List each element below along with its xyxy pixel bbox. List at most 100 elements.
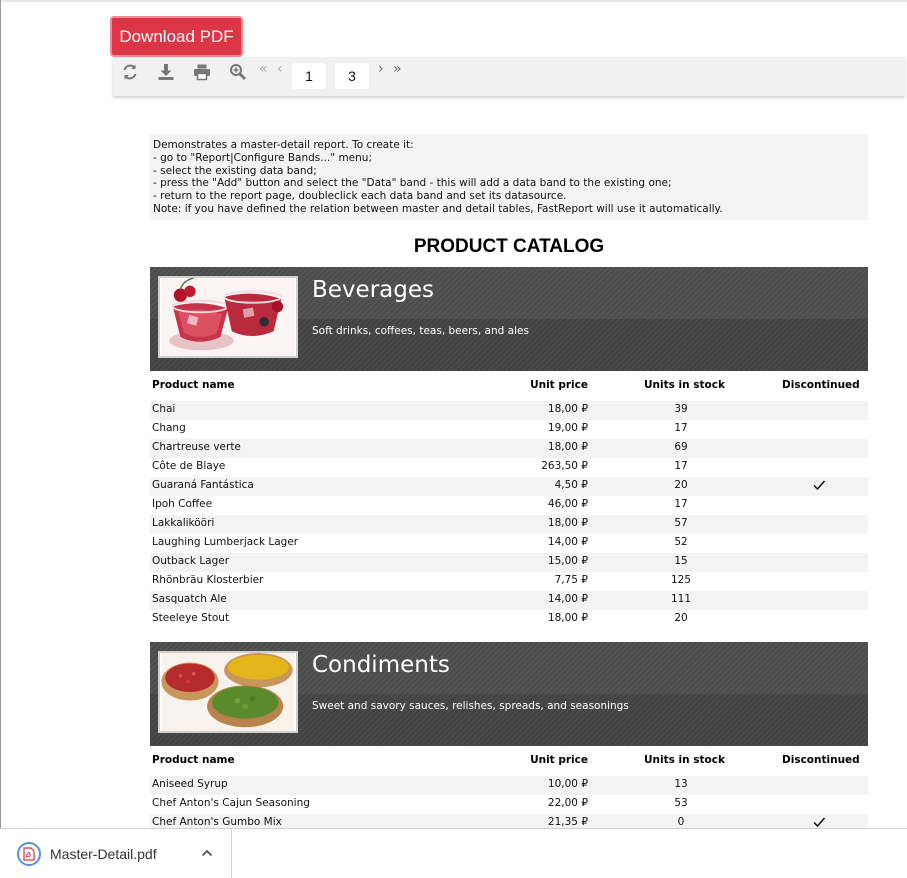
- category-image-beverages: [158, 276, 298, 358]
- product-name: Aniseed Syrup: [152, 778, 228, 790]
- pdf-file-icon: [17, 842, 41, 866]
- downloads-bar: Master-Detail.pdf: [0, 828, 907, 878]
- product-name: Rhönbräu Klosterbier: [152, 574, 264, 586]
- print-icon[interactable]: [193, 63, 211, 81]
- product-name: Steeleye Stout: [152, 612, 230, 624]
- units-in-stock: 39: [674, 403, 688, 415]
- description-line: Demonstrates a master-detail report. To …: [153, 139, 414, 151]
- column-discontinued: Discontinued: [782, 379, 860, 391]
- unit-price: 46,00 ₽: [547, 498, 588, 510]
- product-name: Sasquatch Ale: [152, 593, 227, 605]
- units-in-stock: 17: [674, 422, 688, 434]
- category-band: Beverages Soft drinks, coffees, teas, be…: [150, 267, 868, 371]
- next-page-button[interactable]: ›: [378, 61, 384, 77]
- description-line: - press the "Add" button and select the …: [153, 177, 672, 190]
- category-image-condiments: [158, 651, 298, 733]
- first-page-button[interactable]: «: [259, 61, 268, 77]
- product-name: Laughing Lumberjack Lager: [152, 536, 299, 548]
- unit-price: 22,00 ₽: [547, 797, 588, 809]
- report-toolbar: « ‹ 1 3 › »: [113, 57, 905, 96]
- window-top-edge: [0, 0, 907, 2]
- table-row: Rhönbräu Klosterbier 7,75 ₽ 125: [150, 572, 868, 591]
- checkmark-icon: [812, 478, 826, 492]
- column-unit-price: Unit price: [530, 754, 588, 766]
- units-in-stock: 13: [674, 778, 688, 790]
- download-pdf-button[interactable]: Download PDF: [110, 16, 243, 57]
- units-in-stock: 57: [674, 517, 688, 529]
- refresh-icon[interactable]: [121, 63, 139, 81]
- report-title: PRODUCT CATALOG: [413, 236, 605, 257]
- product-name: Côte de Blaye: [152, 460, 226, 472]
- table-row: Aniseed Syrup 10,00 ₽ 13: [150, 776, 868, 795]
- prev-page-button[interactable]: ‹: [277, 61, 283, 77]
- unit-price: 14,00 ₽: [547, 536, 588, 548]
- units-in-stock: 53: [674, 797, 688, 809]
- table-row: Chang 19,00 ₽ 17: [150, 420, 868, 439]
- report-description: Demonstrates a master-detail report. To …: [150, 134, 868, 220]
- table-row: Sasquatch Ale 14,00 ₽ 111: [150, 591, 868, 610]
- table-row: Côte de Blaye 263,50 ₽ 17: [150, 458, 868, 477]
- table-row: Steeleye Stout 18,00 ₽ 20: [150, 610, 868, 629]
- column-product-name: Product name: [152, 379, 235, 391]
- category-name: Beverages: [312, 277, 434, 303]
- current-page-input[interactable]: 1: [292, 63, 326, 89]
- table-row: Lakkalikööri 18,00 ₽ 57: [150, 515, 868, 534]
- category-name: Condiments: [312, 652, 450, 678]
- product-name: Lakkalikööri: [152, 517, 215, 529]
- product-name: Chef Anton's Cajun Seasoning: [152, 797, 310, 809]
- download-item[interactable]: Master-Detail.pdf: [0, 829, 232, 878]
- product-name: Chang: [152, 422, 186, 434]
- product-name: Guaraná Fantástica: [152, 479, 254, 491]
- units-in-stock: 17: [674, 460, 688, 472]
- units-in-stock: 20: [674, 612, 688, 624]
- unit-price: 18,00 ₽: [547, 403, 588, 415]
- unit-price: 15,00 ₽: [547, 555, 588, 567]
- unit-price: 18,00 ₽: [547, 441, 588, 453]
- description-line: - select the existing data band;: [153, 164, 317, 177]
- table-row: Chai 18,00 ₽ 39: [150, 401, 868, 420]
- zoom-icon[interactable]: [229, 63, 247, 81]
- table-row: Chef Anton's Cajun Seasoning 22,00 ₽ 53: [150, 795, 868, 814]
- unit-price: 21,35 ₽: [547, 816, 588, 828]
- column-discontinued: Discontinued: [782, 754, 860, 766]
- column-units-in-stock: Units in stock: [644, 754, 725, 766]
- window-left-edge: [0, 0, 1, 828]
- product-name: Outback Lager: [152, 555, 230, 567]
- table-row: Laughing Lumberjack Lager 14,00 ₽ 52: [150, 534, 868, 553]
- description-line: - go to "Report|Configure Bands..." menu…: [153, 151, 372, 164]
- table-row: Chartreuse verte 18,00 ₽ 69: [150, 439, 868, 458]
- units-in-stock: 125: [670, 574, 692, 586]
- unit-price: 263,50 ₽: [541, 460, 588, 472]
- category-band: Condiments Sweet and savory sauces, reli…: [150, 642, 868, 746]
- category-description: Soft drinks, coffees, teas, beers, and a…: [312, 325, 529, 337]
- unit-price: 7,75 ₽: [554, 574, 588, 586]
- units-in-stock: 17: [674, 498, 688, 510]
- units-in-stock: 0: [677, 816, 685, 828]
- chevron-up-icon[interactable]: [200, 845, 214, 859]
- product-name: Chef Anton's Gumbo Mix: [152, 816, 282, 828]
- table-header: Product name Unit price Units in stock D…: [150, 377, 868, 395]
- column-unit-price: Unit price: [530, 379, 588, 391]
- unit-price: 10,00 ₽: [547, 778, 588, 790]
- last-page-button[interactable]: »: [393, 61, 402, 77]
- download-file-name[interactable]: Master-Detail.pdf: [50, 846, 157, 862]
- unit-price: 4,50 ₽: [554, 479, 588, 491]
- unit-price: 18,00 ₽: [547, 612, 588, 624]
- checkmark-icon: [812, 815, 826, 829]
- table-row: Outback Lager 15,00 ₽ 15: [150, 553, 868, 572]
- unit-price: 14,00 ₽: [547, 593, 588, 605]
- table-header: Product name Unit price Units in stock D…: [150, 752, 868, 770]
- units-in-stock: 15: [674, 555, 688, 567]
- description-line: - return to the report page, doubleclick…: [153, 190, 567, 203]
- total-pages: 3: [335, 63, 369, 89]
- table-row: Ipoh Coffee 46,00 ₽ 17: [150, 496, 868, 515]
- category-description: Sweet and savory sauces, relishes, sprea…: [312, 700, 629, 712]
- unit-price: 18,00 ₽: [547, 517, 588, 529]
- units-in-stock: 20: [674, 479, 688, 491]
- product-name: Ipoh Coffee: [152, 498, 213, 510]
- unit-price: 19,00 ₽: [547, 422, 588, 434]
- description-line: Note: if you have defined the relation b…: [153, 202, 723, 215]
- download-icon[interactable]: [157, 63, 175, 81]
- units-in-stock: 52: [674, 536, 688, 548]
- table-row: Guaraná Fantástica 4,50 ₽ 20: [150, 477, 868, 496]
